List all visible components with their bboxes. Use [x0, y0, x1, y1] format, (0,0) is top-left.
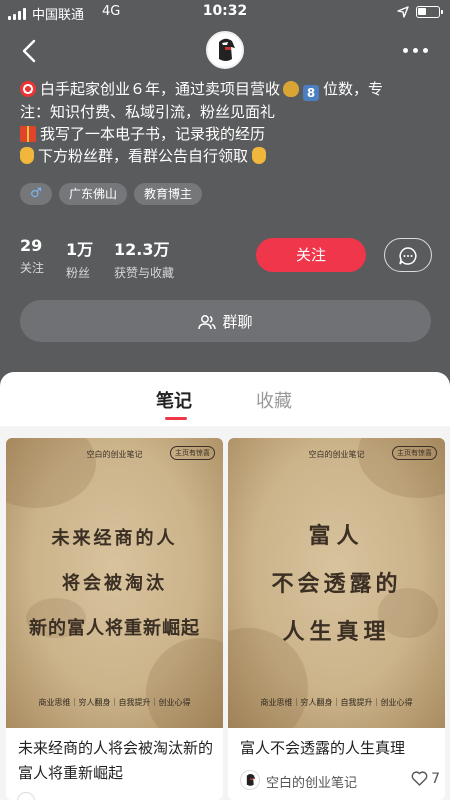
author-name: 空白的创业笔记 — [266, 776, 358, 791]
cover-footer: 商业思维｜穷人翻身｜自我提升｜创业心得 — [260, 698, 413, 707]
stat-label: 获赞与收藏 — [114, 266, 175, 280]
back-arrow-icon[interactable] — [18, 36, 42, 66]
cover-headline: 富人 — [308, 524, 365, 549]
gift-icon — [20, 126, 36, 142]
note-title: 富人不会透露的人生真理 — [240, 739, 406, 757]
stat-followers[interactable]: 1万 粉丝 — [66, 236, 93, 281]
bio-line: 注：知识付费、私域引流，粉丝见面礼 — [20, 103, 276, 121]
more-dots-icon[interactable] — [403, 48, 429, 54]
keycap-eight-icon: 8 — [303, 85, 320, 101]
cover-badge: 主页有惊喜 — [392, 446, 437, 460]
cover-footer: 商业思维｜穷人翻身｜自我提升｜创业心得 — [38, 698, 191, 707]
location-tag: 广东佛山 — [59, 183, 128, 205]
note-cover: 空白的创业笔记 主页有惊喜 未来经商的人 将会被淘汰 新的富人将重新崛起 商业思… — [6, 438, 223, 728]
note-cover: 空白的创业笔记 主页有惊喜 富人 不会透露的 人生真理 商业思维｜穷人翻身｜自我… — [228, 438, 445, 728]
author-avatar — [240, 770, 260, 790]
stat-following[interactable]: 29 关注 — [20, 236, 44, 276]
bio-line: 位数，专 — [323, 80, 384, 98]
cover-headline: 不会透露的 — [271, 572, 402, 597]
follow-button[interactable]: 关注 — [256, 238, 366, 272]
avatar[interactable] — [206, 31, 244, 69]
active-tab-indicator — [165, 417, 187, 420]
stat-label: 粉丝 — [66, 266, 91, 280]
bio-line: 下方粉丝群，看群公告自行领取 — [38, 147, 249, 165]
bio-line: 白手起家创业６年，通过卖项目营收 — [40, 80, 281, 98]
cover-headline: 将会被淘汰 — [62, 573, 167, 594]
pointing-down-icon — [20, 147, 34, 164]
like-button[interactable]: 7 — [411, 771, 440, 787]
group-chat-label: 群聊 — [222, 313, 253, 331]
message-button[interactable] — [384, 238, 432, 272]
location-arrow-icon — [397, 6, 409, 18]
note-author[interactable]: 空白的创业笔记 7 — [240, 770, 440, 791]
cover-headline: 人生真理 — [282, 620, 391, 645]
group-users-icon — [198, 315, 217, 330]
note-title: 未来经商的人将会被淘汰新的富人将重新崛起 — [18, 739, 214, 782]
heart-icon — [411, 771, 428, 786]
stat-label: 关注 — [20, 261, 45, 275]
status-bar: 中国联通 4G 10:32 — [0, 0, 450, 26]
note-card[interactable]: 空白的创业笔记 主页有惊喜 富人 不会透露的 人生真理 商业思维｜穷人翻身｜自我… — [228, 438, 445, 800]
cover-headline: 未来经商的人 — [51, 528, 178, 549]
profile-bio: 白手起家创业６年，通过卖项目营收 8 位数，专 注：知识付费、私域引流，粉丝见面礼 … — [20, 78, 440, 167]
battery-icon — [416, 6, 443, 18]
stat-value: 1万 — [66, 240, 94, 259]
gender-tag: ♂ — [20, 183, 52, 205]
money-bag-icon — [283, 81, 300, 97]
chat-bubble-icon — [399, 247, 417, 265]
group-chat-button[interactable]: 群聊 — [20, 300, 431, 342]
cover-headline: 新的富人将重新崛起 — [29, 618, 200, 639]
bio-line: 我写了一本电子书，记录我的经历 — [40, 125, 266, 143]
clock: 10:32 — [202, 3, 248, 19]
cover-badge: 主页有惊喜 — [170, 446, 215, 460]
target-icon — [20, 81, 36, 97]
stat-value: 12.3万 — [114, 240, 170, 259]
stat-likes-collects[interactable]: 12.3万 获赞与收藏 — [114, 236, 174, 281]
tab-favorites[interactable]: 收藏 — [256, 387, 292, 413]
pointing-down-icon — [252, 147, 267, 164]
note-card[interactable]: 空白的创业笔记 主页有惊喜 未来经商的人 将会被淘汰 新的富人将重新崛起 商业思… — [6, 438, 223, 800]
profile-tags: ♂ 广东佛山 教育博主 — [20, 183, 203, 205]
tab-notes[interactable]: 笔记 — [156, 387, 192, 413]
like-count: 7 — [431, 771, 440, 787]
stat-value: 29 — [20, 236, 43, 255]
role-tag: 教育博主 — [134, 183, 203, 205]
